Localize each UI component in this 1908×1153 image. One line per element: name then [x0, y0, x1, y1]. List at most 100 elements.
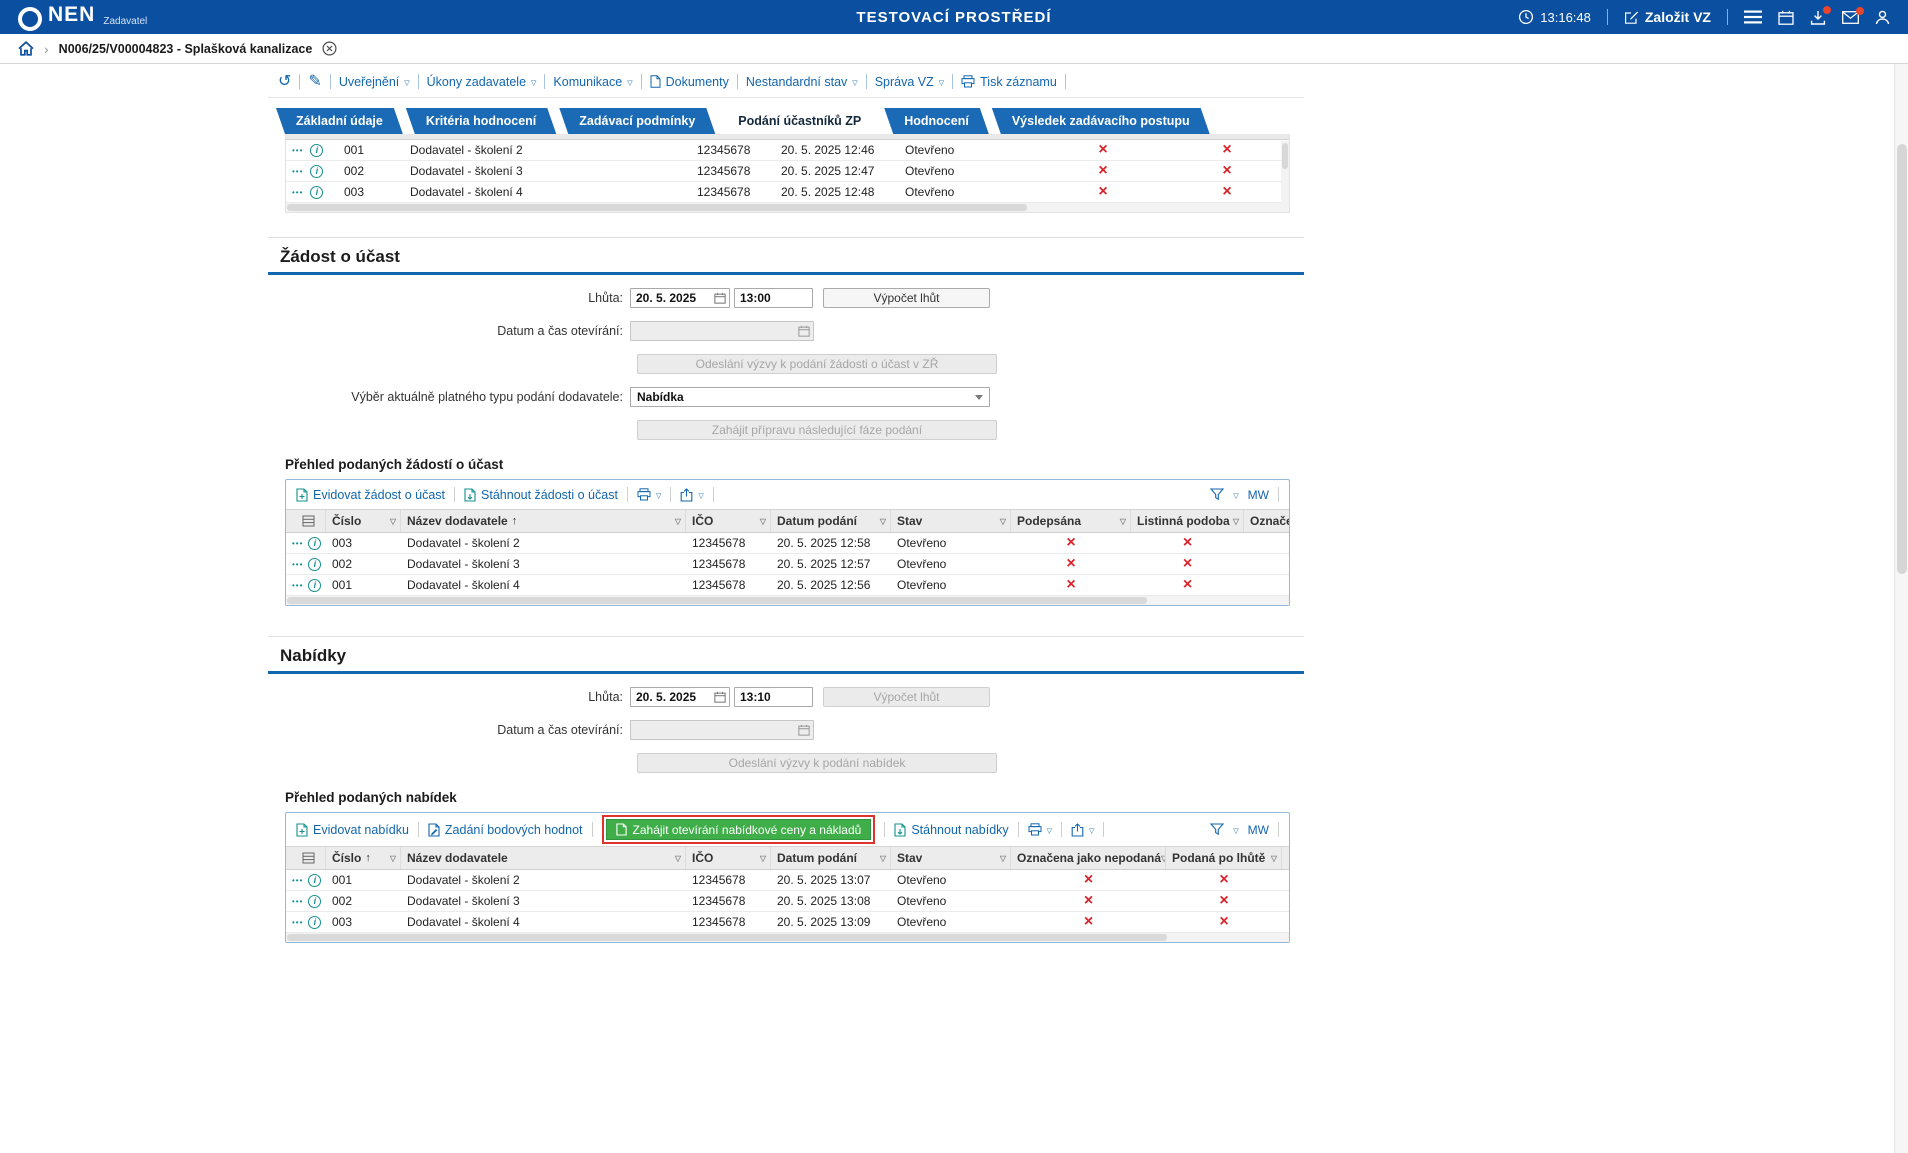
- menu-komunikace[interactable]: Komunikace▽: [553, 75, 632, 89]
- row-actions-icon[interactable]: •••: [292, 581, 303, 590]
- deadline-time-input[interactable]: [734, 288, 813, 308]
- deadline-time-input[interactable]: [734, 687, 813, 707]
- row-actions-icon[interactable]: •••: [292, 539, 303, 548]
- menu-sprava-vz[interactable]: Správa VZ▽: [875, 75, 944, 89]
- print-grid-button[interactable]: ▽: [637, 488, 661, 501]
- dropdown-icon[interactable]: ▽: [1233, 827, 1238, 835]
- column-cislo[interactable]: Číslo▽: [326, 510, 401, 532]
- downloads-button[interactable]: [1810, 10, 1826, 25]
- menu-ukony-zadavatele[interactable]: Úkony zadavatele▽: [427, 75, 537, 89]
- edit-record-icon[interactable]: ✎: [308, 74, 321, 90]
- scrollbar-thumb[interactable]: [287, 204, 1027, 211]
- filter-icon[interactable]: ▽: [1000, 517, 1010, 526]
- print-grid-button[interactable]: ▽: [1028, 823, 1052, 836]
- messages-button[interactable]: [1842, 11, 1859, 24]
- row-actions-icon[interactable]: •••: [292, 146, 303, 155]
- page-scrollbar[interactable]: [1894, 34, 1908, 1153]
- info-icon[interactable]: i: [308, 895, 321, 908]
- opening-datetime-field[interactable]: [630, 321, 814, 341]
- column-settings-icon[interactable]: [302, 852, 315, 864]
- column-settings-icon[interactable]: [302, 515, 315, 527]
- zahajit-oteviani-button[interactable]: Zahájit otevírání nabídkové ceny a nákla…: [606, 819, 872, 840]
- filter-icon[interactable]: ▽: [1120, 517, 1130, 526]
- info-icon[interactable]: i: [310, 186, 323, 199]
- export-grid-button[interactable]: ▽: [680, 488, 703, 502]
- table-row[interactable]: •••i 002 Dodavatel - školení 3 12345678 …: [286, 554, 1289, 575]
- column-podepsana[interactable]: Podepsána▽: [1011, 510, 1131, 532]
- history-back-icon[interactable]: ↺: [278, 74, 291, 90]
- scrollbar-thumb[interactable]: [287, 934, 1167, 941]
- menu-tisk-zaznamu[interactable]: Tisk záznamu: [961, 75, 1057, 89]
- info-icon[interactable]: i: [308, 916, 321, 929]
- deadline-date-input[interactable]: [630, 288, 730, 308]
- row-actions-icon[interactable]: •••: [292, 876, 303, 885]
- scrollbar-thumb[interactable]: [1897, 144, 1907, 574]
- column-podana-po-lhute[interactable]: Podaná po lhůtě▽: [1166, 847, 1282, 869]
- filter-icon[interactable]: ▽: [1000, 854, 1010, 863]
- opening-datetime-input[interactable]: [630, 720, 814, 740]
- row-actions-icon[interactable]: •••: [292, 897, 303, 906]
- row-actions-icon[interactable]: •••: [292, 560, 303, 569]
- column-oznacena[interactable]: Označena jako nepodaná: [1244, 510, 1289, 532]
- column-nazev-dodavatele[interactable]: Název dodavatele↑▽: [401, 510, 686, 532]
- evidovat-zadost-button[interactable]: Evidovat žádost o účast: [296, 488, 445, 502]
- info-icon[interactable]: i: [308, 558, 321, 571]
- tab-zadavaci-podminky[interactable]: Zadávací podmínky: [559, 108, 715, 134]
- filter-icon[interactable]: ▽: [880, 854, 890, 863]
- calendar-button[interactable]: [1778, 10, 1794, 25]
- vypocet-lhut-button[interactable]: Výpočet lhůt: [823, 288, 990, 308]
- stahnout-nabidky-button[interactable]: Stáhnout nabídky: [894, 823, 1008, 837]
- zalozit-vz-button[interactable]: Založit VZ: [1624, 9, 1711, 25]
- odeslani-vyzvy-button[interactable]: Odeslání výzvy k podání nabídek: [637, 753, 997, 773]
- filter-icon[interactable]: ▽: [390, 854, 400, 863]
- tab-vysledek[interactable]: Výsledek zadávacího postupu: [992, 108, 1210, 134]
- table-row[interactable]: •••i 003 Dodavatel - školení 4 12345678 …: [286, 912, 1289, 933]
- table-row[interactable]: •••i 003 Dodavatel - školení 4 12345678 …: [286, 182, 1289, 203]
- deadline-date-field[interactable]: [630, 288, 730, 308]
- mw-toggle[interactable]: MW: [1248, 488, 1269, 502]
- column-ico[interactable]: IČO▽: [686, 510, 771, 532]
- tab-zakladni-udaje[interactable]: Základní údaje: [276, 108, 403, 134]
- column-stav[interactable]: Stav▽: [891, 847, 1011, 869]
- table-row[interactable]: •••i 003 Dodavatel - školení 2 12345678 …: [286, 533, 1289, 554]
- home-button[interactable]: [18, 41, 34, 56]
- column-ico[interactable]: IČO▽: [686, 847, 771, 869]
- odeslani-vyzvy-button[interactable]: Odeslání výzvy k podání žádosti o účast …: [637, 354, 997, 374]
- filter-button[interactable]: [1210, 823, 1224, 836]
- info-icon[interactable]: i: [310, 144, 323, 157]
- filter-button[interactable]: [1210, 488, 1224, 501]
- breadcrumb-record[interactable]: N006/25/V00004823 - Splašková kanalizace: [59, 42, 313, 56]
- filter-icon[interactable]: ▽: [880, 517, 890, 526]
- horizontal-scrollbar[interactable]: [286, 933, 1289, 942]
- info-icon[interactable]: i: [308, 579, 321, 592]
- stahnout-zadosti-button[interactable]: Stáhnout žádosti o účast: [464, 488, 618, 502]
- horizontal-scrollbar[interactable]: [286, 203, 1289, 212]
- filter-icon[interactable]: ▽: [760, 517, 770, 526]
- filter-icon[interactable]: ▽: [760, 854, 770, 863]
- column-oznacena-nepodana[interactable]: Označena jako nepodaná▽: [1011, 847, 1166, 869]
- typ-podani-select[interactable]: Nabídka: [630, 387, 990, 407]
- zahajit-pripravu-button[interactable]: Zahájit přípravu následující fáze podání: [637, 420, 997, 440]
- zadani-bodovych-hodnot-button[interactable]: Zadání bodových hodnot: [428, 823, 583, 837]
- filter-icon[interactable]: ▽: [390, 517, 400, 526]
- deadline-date-field[interactable]: [630, 687, 730, 707]
- info-icon[interactable]: i: [310, 165, 323, 178]
- column-nazev-dodavatele[interactable]: Název dodavatele▽: [401, 847, 686, 869]
- tab-hodnoceni[interactable]: Hodnocení: [884, 108, 989, 134]
- tab-kriteria-hodnoceni[interactable]: Kritéria hodnocení: [406, 108, 556, 134]
- scrollbar-thumb[interactable]: [1282, 143, 1288, 169]
- filter-icon[interactable]: ▽: [675, 517, 685, 526]
- tab-podani-ucastniku[interactable]: Podání účastníků ZP: [718, 108, 881, 134]
- row-actions-icon[interactable]: •••: [292, 918, 303, 927]
- table-row[interactable]: •••i 002 Dodavatel - školení 3 12345678 …: [286, 161, 1289, 182]
- user-button[interactable]: [1875, 10, 1890, 25]
- menu-nestandardni-stav[interactable]: Nestandardní stav▽: [746, 75, 858, 89]
- column-stav[interactable]: Stav▽: [891, 510, 1011, 532]
- table-row[interactable]: •••i 001 Dodavatel - školení 2 12345678 …: [286, 140, 1289, 161]
- menu-button[interactable]: [1744, 10, 1762, 24]
- filter-icon[interactable]: ▽: [1271, 854, 1281, 863]
- info-icon[interactable]: i: [308, 537, 321, 550]
- mw-toggle[interactable]: MW: [1248, 823, 1269, 837]
- column-listinna-podoba[interactable]: Listinná podoba▽: [1131, 510, 1244, 532]
- vertical-scrollbar[interactable]: [1281, 141, 1289, 203]
